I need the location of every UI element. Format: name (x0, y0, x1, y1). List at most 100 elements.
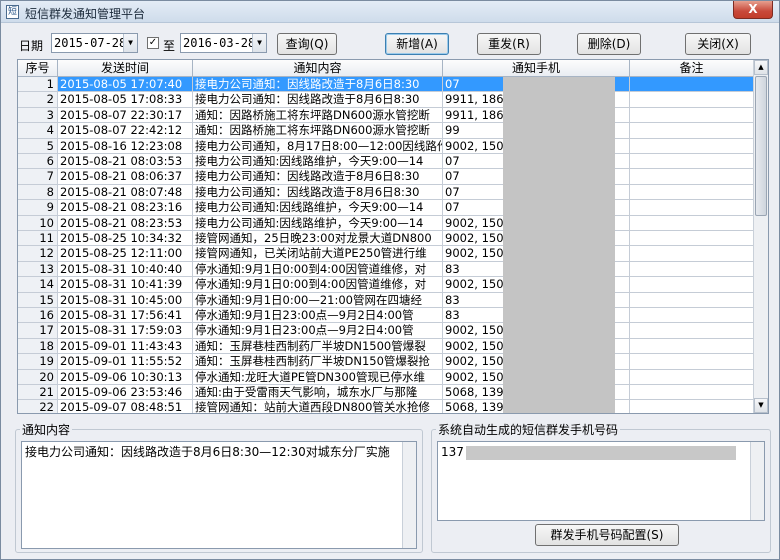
content-cell[interactable]: 接电力公司通知：因线路改造于8月6日8:30 (193, 92, 443, 108)
table-row[interactable]: 7 2015-08-21 08:06:37 接电力公司通知：因线路改造于8月6日8:… (18, 169, 754, 185)
send-time-cell[interactable]: 2015-08-31 17:56:41 (58, 308, 193, 324)
remark-cell[interactable] (630, 277, 754, 293)
phone-list-scrollbar[interactable] (750, 442, 764, 520)
row-index-cell[interactable]: 18 (18, 338, 58, 355)
table-row[interactable]: 20 2015-09-06 10:30:13 停水通知:龙旺大道PE管DN300管现… (18, 369, 754, 385)
row-index-cell[interactable]: 2 (18, 92, 58, 108)
remark-cell[interactable] (630, 292, 754, 308)
header-phone[interactable]: 通知手机 (443, 60, 630, 77)
header-send-time[interactable]: 发送时间 (58, 60, 193, 77)
table-row[interactable]: 6 2015-08-21 08:03:53 接电力公司通知:因线路维护，今天9:00… (18, 154, 754, 170)
date-to-picker[interactable]: 2016-03-28 ▼ (180, 33, 267, 53)
delete-button[interactable]: 删除(D) (577, 33, 641, 55)
content-cell[interactable]: 接电力公司通知:因线路维护，今天9:00—14 (193, 200, 443, 216)
remark-cell[interactable] (630, 231, 754, 247)
table-row[interactable]: 22 2015-09-07 08:48:51 接管网通知：站前大道西段DN800管关… (18, 400, 754, 413)
send-time-cell[interactable]: 2015-08-31 10:41:39 (58, 277, 193, 293)
content-cell[interactable]: 停水通知:9月1日0:00—21:00管网在四塘经 (193, 292, 443, 308)
remark-cell[interactable] (630, 261, 754, 278)
remark-cell[interactable] (630, 200, 754, 216)
close-button[interactable]: 关闭(X) (685, 33, 751, 55)
send-time-cell[interactable]: 2015-08-05 17:08:33 (58, 92, 193, 108)
send-time-cell[interactable]: 2015-09-06 23:53:46 (58, 385, 193, 401)
content-cell[interactable]: 停水通知:9月1日0:00到4:00因管道维修，对 (193, 261, 443, 278)
table-row[interactable]: 18 2015-09-01 11:43:43 通知：玉屏巷桂西制药厂半坡DN1500… (18, 338, 754, 355)
content-cell[interactable]: 通知：玉屏巷桂西制药厂半坡DN150管爆裂抢 (193, 354, 443, 370)
remark-cell[interactable] (630, 123, 754, 139)
table-row[interactable]: 11 2015-08-25 10:34:32 接管网通知，25日晚23:00对龙景大… (18, 231, 754, 247)
remark-cell[interactable] (630, 246, 754, 262)
content-cell[interactable]: 接电力公司通知：因线路改造于8月6日8:30 (193, 77, 443, 93)
remark-cell[interactable] (630, 323, 754, 339)
send-time-cell[interactable]: 2015-08-25 12:11:00 (58, 246, 193, 262)
send-time-cell[interactable]: 2015-08-05 17:07:40 (58, 77, 193, 93)
send-time-cell[interactable]: 2015-09-01 11:55:52 (58, 354, 193, 370)
remark-cell[interactable] (630, 92, 754, 108)
date-range-checkbox[interactable]: ✓ (147, 37, 159, 49)
scroll-thumb[interactable] (755, 76, 767, 216)
notification-grid[interactable]: 序号 发送时间 通知内容 通知手机 备注 1 2015-08-05 17:07:4… (17, 59, 769, 414)
table-row[interactable]: 3 2015-08-07 22:30:17 通知：因路桥施工将东坪路DN600源水管… (18, 107, 754, 124)
table-row[interactable]: 5 2015-08-16 12:23:08 接电力公司通知，8月17日8:00—12… (18, 138, 754, 154)
remark-cell[interactable] (630, 369, 754, 385)
remark-cell[interactable] (630, 138, 754, 154)
content-cell[interactable]: 接电力公司通知，8月17日8:00—12:00因线路作业 (193, 138, 443, 154)
table-row[interactable]: 15 2015-08-31 10:45:00 停水通知:9月1日0:00—21:00… (18, 292, 754, 308)
notice-content-textarea[interactable]: 接电力公司通知：因线路改造于8月6日8:30—12:30对城东分厂实施 (21, 441, 417, 549)
row-index-cell[interactable]: 4 (18, 123, 58, 139)
content-cell[interactable]: 通知:由于受雷雨天气影响，城东水厂与那隆 (193, 385, 443, 401)
remark-cell[interactable] (630, 154, 754, 170)
send-time-cell[interactable]: 2015-08-07 22:42:12 (58, 123, 193, 139)
send-time-cell[interactable]: 2015-08-16 12:23:08 (58, 138, 193, 154)
remark-cell[interactable] (630, 338, 754, 355)
row-index-cell[interactable]: 8 (18, 184, 58, 201)
query-button[interactable]: 查询(Q) (277, 33, 337, 55)
row-index-cell[interactable]: 21 (18, 385, 58, 401)
row-index-cell[interactable]: 6 (18, 154, 58, 170)
content-cell[interactable]: 停水通知:9月1日23:00点—9月2日4:00管 (193, 323, 443, 339)
send-time-cell[interactable]: 2015-09-01 11:43:43 (58, 338, 193, 355)
row-index-cell[interactable]: 14 (18, 277, 58, 293)
row-index-cell[interactable]: 7 (18, 169, 58, 185)
send-time-cell[interactable]: 2015-08-21 08:03:53 (58, 154, 193, 170)
phone-list-textarea[interactable]: 137 (437, 441, 765, 521)
send-time-cell[interactable]: 2015-08-31 10:40:40 (58, 261, 193, 278)
dropdown-arrow-icon[interactable]: ▼ (252, 34, 266, 52)
content-cell[interactable]: 停水通知:9月1日23:00点—9月2日4:00管 (193, 308, 443, 324)
row-index-cell[interactable]: 9 (18, 200, 58, 216)
notice-scrollbar[interactable] (402, 442, 416, 548)
send-time-cell[interactable]: 2015-08-31 17:59:03 (58, 323, 193, 339)
content-cell[interactable]: 接管网通知，已关闭站前大道PE250管进行维 (193, 246, 443, 262)
remark-cell[interactable] (630, 354, 754, 370)
remark-cell[interactable] (630, 385, 754, 401)
table-row[interactable]: 2 2015-08-05 17:08:33 接电力公司通知：因线路改造于8月6日8:… (18, 92, 754, 108)
table-row[interactable]: 16 2015-08-31 17:56:41 停水通知:9月1日23:00点—9月2… (18, 308, 754, 324)
send-time-cell[interactable]: 2015-09-07 08:48:51 (58, 400, 193, 413)
content-cell[interactable]: 接管网通知：站前大道西段DN800管关水抢修 (193, 400, 443, 413)
remark-cell[interactable] (630, 169, 754, 185)
add-button[interactable]: 新增(A) (385, 33, 449, 55)
send-time-cell[interactable]: 2015-08-21 08:06:37 (58, 169, 193, 185)
send-time-cell[interactable]: 2015-08-21 08:23:16 (58, 200, 193, 216)
content-cell[interactable]: 停水通知:9月1日0:00到4:00因管道维修，对 (193, 277, 443, 293)
table-row[interactable]: 13 2015-08-31 10:40:40 停水通知:9月1日0:00到4:00因… (18, 261, 754, 278)
send-time-cell[interactable]: 2015-08-31 10:45:00 (58, 292, 193, 308)
content-cell[interactable]: 接管网通知，25日晚23:00对龙景大道DN800 (193, 231, 443, 247)
scroll-up-icon[interactable]: ▲ (754, 60, 768, 75)
content-cell[interactable]: 通知：因路桥施工将东坪路DN600源水管挖断 (193, 107, 443, 124)
content-cell[interactable]: 停水通知:龙旺大道PE管DN300管现已停水维 (193, 369, 443, 385)
row-index-cell[interactable]: 3 (18, 107, 58, 124)
send-time-cell[interactable]: 2015-09-06 10:30:13 (58, 369, 193, 385)
table-row[interactable]: 17 2015-08-31 17:59:03 停水通知:9月1日23:00点—9月2… (18, 323, 754, 339)
content-cell[interactable]: 通知：因路桥施工将东坪路DN600源水管挖断 (193, 123, 443, 139)
row-index-cell[interactable]: 19 (18, 354, 58, 370)
send-time-cell[interactable]: 2015-08-07 22:30:17 (58, 107, 193, 124)
row-index-cell[interactable]: 17 (18, 323, 58, 339)
scroll-down-icon[interactable]: ▼ (754, 398, 768, 413)
header-index[interactable]: 序号 (18, 60, 58, 77)
remark-cell[interactable] (630, 77, 754, 93)
phone-config-button[interactable]: 群发手机号码配置(S) (535, 524, 679, 546)
table-row[interactable]: 14 2015-08-31 10:41:39 停水通知:9月1日0:00到4:00因… (18, 277, 754, 293)
table-row[interactable]: 12 2015-08-25 12:11:00 接管网通知，已关闭站前大道PE250管… (18, 246, 754, 262)
content-cell[interactable]: 接电力公司通知：因线路改造于8月6日8:30 (193, 169, 443, 185)
